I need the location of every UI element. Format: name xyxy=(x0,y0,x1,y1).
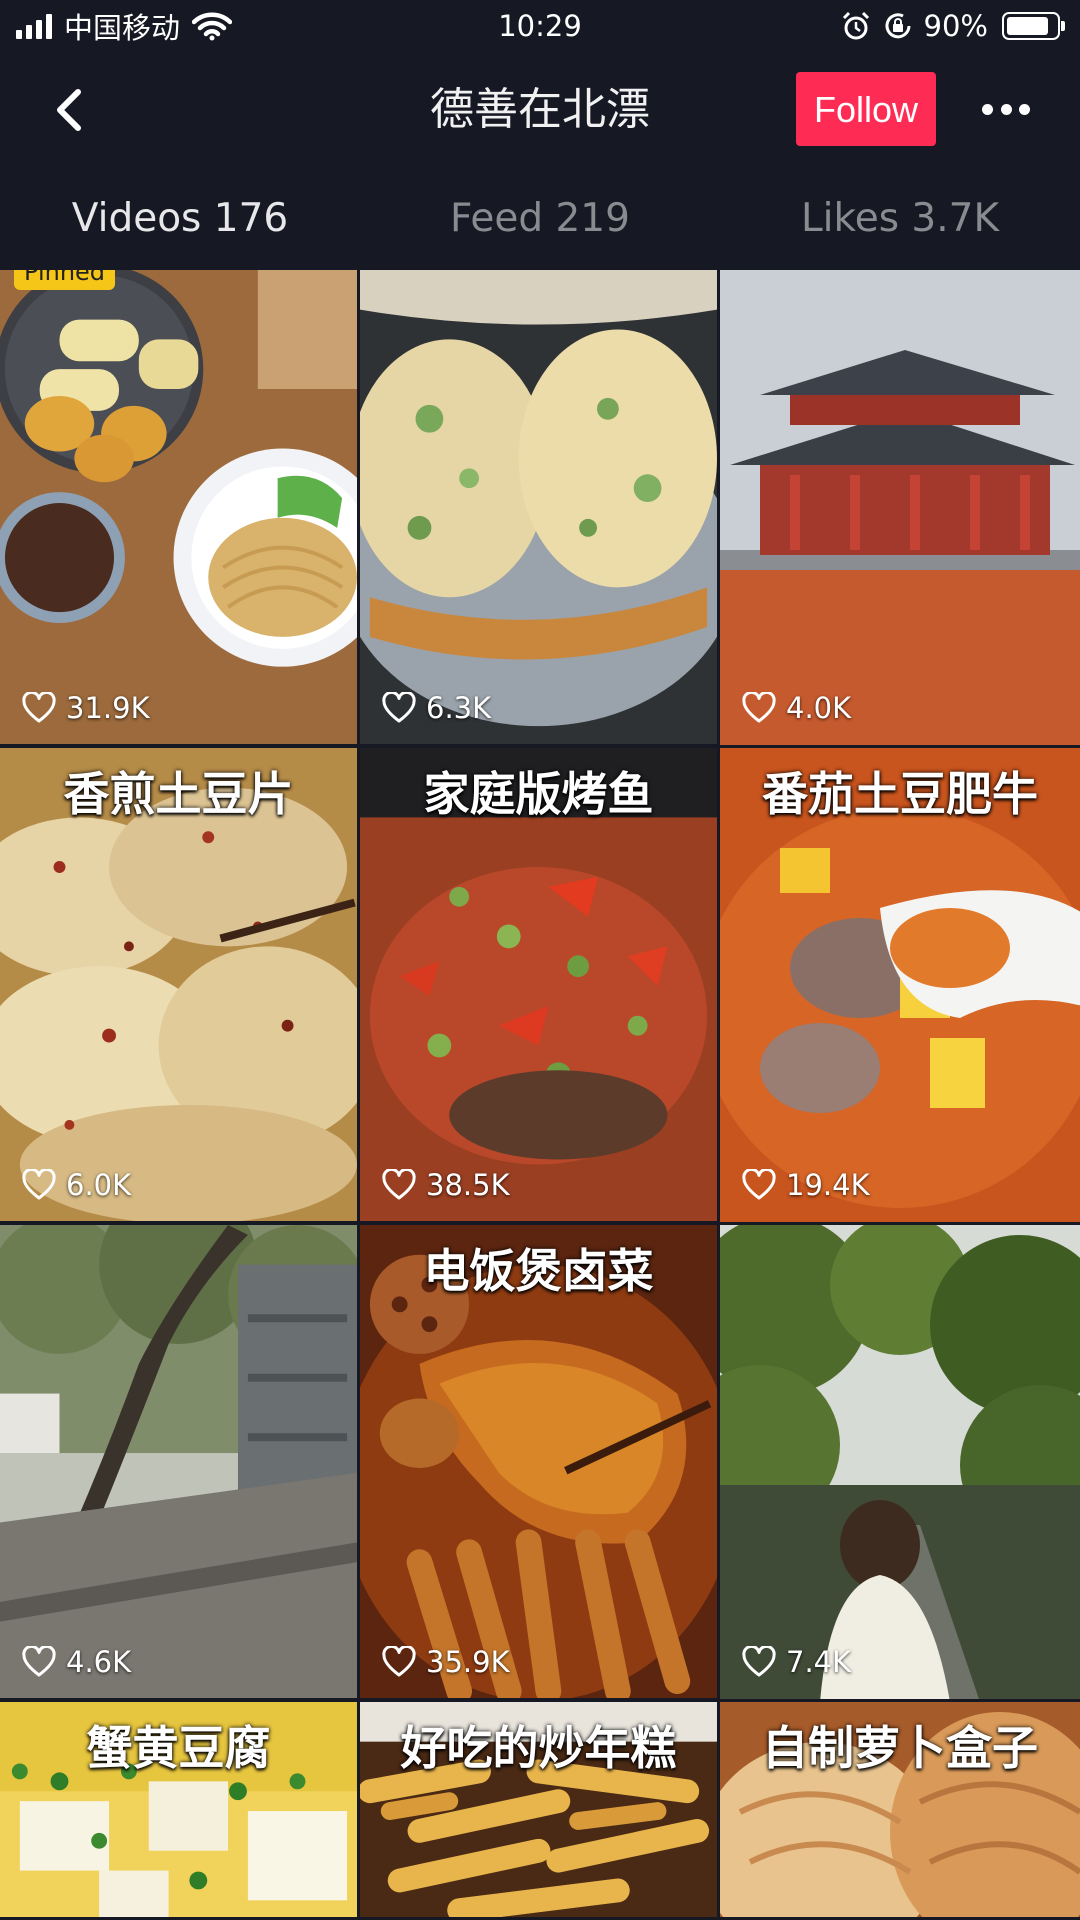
video-tile[interactable]: 自制萝卜盒子 xyxy=(720,1702,1080,1920)
video-thumbnail xyxy=(720,1225,1080,1699)
alarm-icon xyxy=(842,11,869,40)
video-thumbnail xyxy=(0,270,357,745)
like-count-text: 35.9K xyxy=(426,1645,510,1679)
like-count: 19.4K xyxy=(742,1168,870,1202)
like-count: 4.6K xyxy=(22,1645,131,1679)
video-tile[interactable]: 香煎土豆片 6.0K xyxy=(0,748,360,1225)
profile-tabs: Videos 176 Feed 219 Likes 3.7K xyxy=(0,168,1080,270)
like-count-text: 38.5K xyxy=(426,1168,510,1202)
video-overlay-title: 香煎土豆片 xyxy=(63,767,294,821)
video-tile[interactable]: 家庭版烤鱼 38.5K xyxy=(360,748,720,1225)
like-count-text: 19.4K xyxy=(786,1168,870,1202)
video-overlay-title: 电饭煲卤菜 xyxy=(423,1244,654,1298)
more-dots-icon[interactable] xyxy=(982,94,1030,124)
video-grid: Pinned 31.9K 6.3K 4.0K 香煎土豆片 6.0K 家庭版烤鱼 38.… xyxy=(0,270,1080,1920)
video-tile[interactable]: 6.3K xyxy=(360,270,720,748)
tab-feed[interactable]: Feed 219 xyxy=(360,168,720,270)
follow-button[interactable]: Follow xyxy=(796,72,936,146)
tab-likes[interactable]: Likes 3.7K xyxy=(720,168,1080,270)
video-thumbnail xyxy=(720,270,1080,745)
like-count-text: 31.9K xyxy=(66,691,150,725)
heart-outline-icon xyxy=(22,1169,56,1200)
status-right: 90% xyxy=(840,6,1065,46)
like-count: 4.0K xyxy=(742,691,851,725)
video-overlay-title: 好吃的炒年糕 xyxy=(400,1721,677,1775)
video-tile[interactable]: 好吃的炒年糕 xyxy=(360,1702,720,1920)
like-count: 6.3K xyxy=(382,691,491,725)
like-count-text: 7.4K xyxy=(786,1645,852,1679)
status-bar: 中国移动 10:29 90% xyxy=(0,0,1080,52)
battery-fill xyxy=(1007,17,1049,35)
heart-outline-icon xyxy=(22,692,56,723)
heart-outline-icon xyxy=(382,692,416,723)
battery-icon xyxy=(1002,12,1065,40)
video-overlay-title: 自制萝卜盒子 xyxy=(762,1721,1038,1775)
video-overlay-title: 番茄土豆肥牛 xyxy=(762,767,1038,821)
rotation-lock-icon xyxy=(885,13,911,39)
video-tile[interactable]: 电饭煲卤菜 35.9K xyxy=(360,1225,720,1702)
video-tile[interactable]: 番茄土豆肥牛 19.4K xyxy=(720,748,1080,1225)
video-thumbnail xyxy=(360,270,717,745)
like-count-text: 4.0K xyxy=(786,691,852,725)
like-count: 38.5K xyxy=(382,1168,510,1202)
like-count: 35.9K xyxy=(382,1645,510,1679)
video-tile[interactable]: 4.0K xyxy=(720,270,1080,748)
like-count: 31.9K xyxy=(22,691,150,725)
heart-outline-icon xyxy=(382,1646,416,1677)
video-overlay-title: 家庭版烤鱼 xyxy=(423,767,654,821)
video-thumbnail xyxy=(0,1225,357,1699)
like-count-text: 4.6K xyxy=(66,1645,132,1679)
video-overlay-title: 蟹黄豆腐 xyxy=(86,1721,271,1775)
like-count: 7.4K xyxy=(742,1645,851,1679)
heart-outline-icon xyxy=(742,692,776,723)
video-tile[interactable]: 蟹黄豆腐 xyxy=(0,1702,360,1920)
like-count-text: 6.3K xyxy=(426,691,492,725)
like-count-text: 6.0K xyxy=(66,1168,132,1202)
pinned-badge: Pinned xyxy=(14,270,116,290)
profile-header: 德善在北漂 Follow xyxy=(0,52,1080,168)
heart-outline-icon xyxy=(742,1169,776,1200)
video-tile[interactable]: 4.6K xyxy=(0,1225,360,1702)
like-count: 6.0K xyxy=(22,1168,131,1202)
heart-outline-icon xyxy=(22,1646,56,1677)
video-tile[interactable]: 7.4K xyxy=(720,1225,1080,1702)
video-tile[interactable]: Pinned 31.9K xyxy=(0,270,360,748)
heart-outline-icon xyxy=(382,1169,416,1200)
heart-outline-icon xyxy=(742,1646,776,1677)
tab-videos[interactable]: Videos 176 xyxy=(0,168,360,270)
battery-percent: 90% xyxy=(923,9,988,43)
